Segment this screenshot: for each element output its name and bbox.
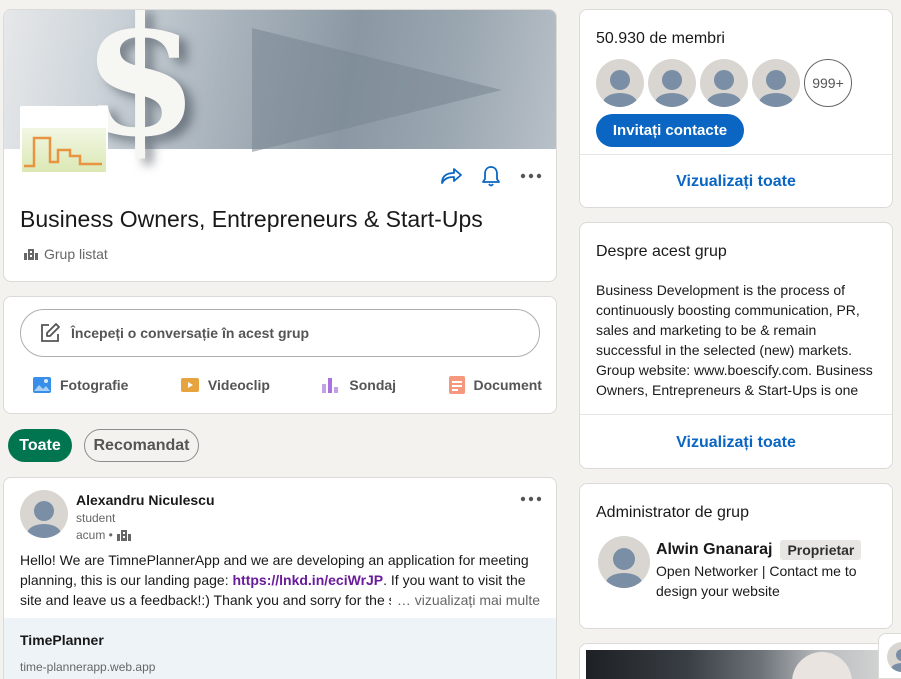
cover-arrow-shape (252, 28, 502, 152)
post-time-label: acum • (76, 528, 113, 542)
admin-avatar[interactable] (598, 536, 650, 588)
group-visibility-label: Grup listat (44, 246, 108, 262)
link-preview-url: time-plannerapp.web.app (20, 660, 156, 674)
poll-label: Sondaj (349, 377, 397, 393)
members-view-all-link[interactable]: Vizualizați toate (580, 173, 892, 191)
building-icon (116, 530, 131, 541)
post-timestamp: acum • (76, 528, 131, 542)
start-conversation-label: Începeți o conversație în acest grup (71, 325, 310, 341)
document-button[interactable]: Document (448, 375, 542, 395)
document-label: Document (473, 377, 542, 393)
post-link[interactable]: https://lnkd.in/eciWrJP (232, 572, 383, 588)
document-icon (448, 376, 465, 394)
author-name[interactable]: Alexandru Niculescu (76, 492, 215, 508)
divider (580, 154, 892, 155)
video-label: Videoclip (207, 377, 270, 393)
admin-name[interactable]: Alwin Gnanaraj (656, 541, 772, 559)
video-icon (180, 378, 199, 392)
video-button[interactable]: Videoclip (180, 375, 270, 395)
author-headline: student (76, 511, 116, 525)
admin-section-title: Administrator de grup (596, 504, 749, 521)
about-view-all-link[interactable]: Vizualizați toate (580, 434, 892, 452)
link-preview-title: TimePlanner (20, 632, 104, 648)
photo-label: Fotografie (60, 377, 129, 393)
photo-button[interactable]: Fotografie (32, 375, 128, 395)
link-preview-card[interactable]: TimePlanner time-plannerapp.web.app (4, 618, 556, 679)
promo-image (586, 650, 878, 679)
ellipsis-icon (520, 496, 542, 502)
see-more-button[interactable]: … vizualizați mai multe (390, 590, 540, 610)
invite-contacts-button[interactable]: Invitați contacte (596, 114, 744, 147)
post-more-button[interactable] (520, 488, 542, 510)
promo-card[interactable] (579, 643, 893, 679)
share-button[interactable] (440, 165, 462, 187)
photo-icon (33, 377, 51, 393)
poll-button[interactable]: Sondaj (321, 375, 396, 395)
building-icon (24, 249, 38, 260)
member-count: 50.930 de membri (596, 30, 725, 47)
group-visibility: Grup listat (24, 246, 108, 262)
filter-all-button[interactable]: Toate (8, 429, 72, 462)
about-description: Business Development is the process of c… (596, 282, 873, 398)
ellipsis-icon (520, 173, 542, 179)
member-avatar[interactable] (648, 59, 696, 107)
group-title: Business Owners, Entrepreneurs & Start-U… (20, 206, 483, 232)
member-avatar[interactable] (596, 59, 644, 107)
messaging-avatar (887, 642, 901, 672)
logo-graph-icon (24, 136, 102, 168)
member-avatar[interactable] (752, 59, 800, 107)
admin-headline: Open Networker | Contact me to design yo… (656, 563, 857, 599)
group-logo[interactable] (20, 106, 108, 176)
messaging-overlay-button[interactable] (878, 633, 901, 679)
group-header-card: $ Business Owners, Entrepreneurs & Start… (3, 9, 557, 282)
author-avatar[interactable] (20, 490, 68, 538)
about-group-card: Despre acest grup Business Development i… (579, 222, 893, 469)
more-members-count[interactable]: 999+ (804, 59, 852, 107)
filter-recommended-button[interactable]: Recomandat (84, 429, 199, 462)
member-avatar[interactable] (700, 59, 748, 107)
about-title: Despre acest grup (596, 243, 727, 260)
owner-badge: Proprietar (780, 540, 862, 560)
share-arrow-icon (441, 168, 462, 184)
bell-icon (482, 166, 500, 187)
notifications-button[interactable] (480, 165, 502, 187)
feed-post: Alexandru Niculescu student acum • Hello… (3, 477, 557, 679)
compose-icon (41, 323, 60, 342)
group-admin-card: Administrator de grup Alwin Gnanaraj Pro… (579, 483, 893, 629)
divider (580, 414, 892, 415)
members-card: 50.930 de membri 999+ Invitați contacte … (579, 9, 893, 208)
post-composer-card: Începeți o conversație în acest grup Fot… (3, 296, 557, 414)
poll-icon (322, 378, 339, 393)
promo-person-image (792, 652, 852, 679)
more-options-button[interactable] (520, 165, 542, 187)
start-conversation-button[interactable]: Începeți o conversație în acest grup (20, 309, 540, 357)
